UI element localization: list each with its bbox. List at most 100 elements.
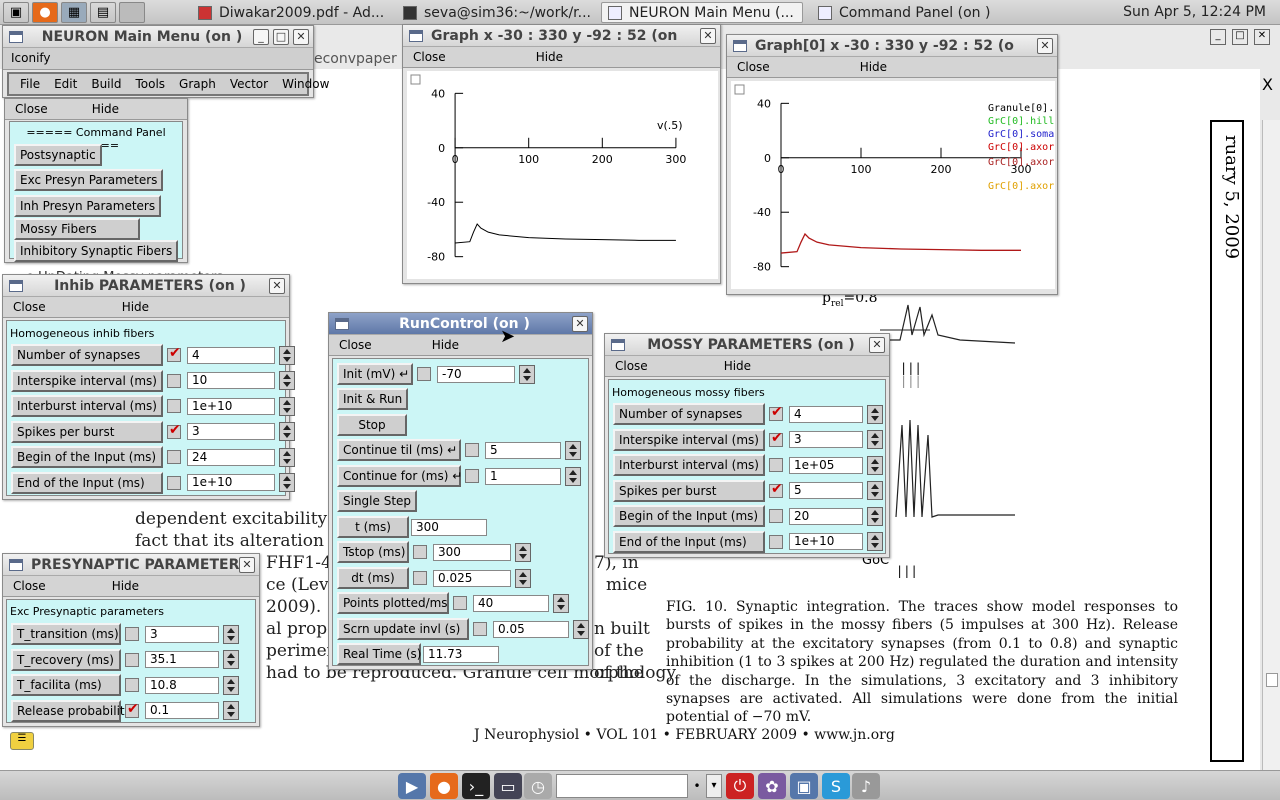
volume-icon[interactable]: ♪	[852, 773, 880, 799]
show-desktop-icon[interactable]: ▣	[3, 1, 29, 23]
presyn-param-field[interactable]: 10.8	[145, 676, 219, 694]
scrn-update-field[interactable]: 0.05	[493, 620, 569, 638]
mossy-param-button[interactable]: Spikes per burst	[613, 479, 765, 502]
mossy-param-checkbox[interactable]	[769, 534, 783, 549]
continue-til-field[interactable]: 5	[485, 441, 561, 459]
inhib-param-field[interactable]: 3	[187, 423, 275, 440]
dt-field[interactable]: 0.025	[433, 569, 511, 587]
mossy-param-button[interactable]: Interburst interval (ms)	[613, 454, 765, 476]
title-bar[interactable]: PRESYNAPTIC PARAMETER ✕	[3, 554, 259, 576]
chevron-down-icon[interactable]: ▾	[706, 774, 722, 798]
close-icon[interactable]: ✕	[572, 315, 588, 332]
inh-presyn-parameters-button[interactable]: Inh Presyn Parameters	[14, 195, 162, 217]
continue-til-button[interactable]: Continue til (ms) ↵	[337, 439, 461, 461]
tstop-checkbox[interactable]	[413, 545, 427, 559]
mossy-param-stepper[interactable]	[867, 481, 883, 500]
pdf-scrollbar[interactable]	[1262, 120, 1280, 792]
pidgin-icon[interactable]: ✿	[758, 773, 786, 799]
task-command-panel[interactable]: Command Panel (on )	[812, 2, 1012, 23]
task-neuron-main-menu[interactable]: NEURON Main Menu (...	[601, 2, 803, 23]
presyn-param-field[interactable]: 0.1	[145, 702, 219, 719]
inhib-param-field[interactable]: 1e+10	[187, 397, 275, 415]
display-icon[interactable]: ▭	[494, 773, 522, 799]
maximize-icon[interactable]: □	[273, 28, 289, 45]
init-run-button[interactable]: Init & Run	[337, 388, 409, 410]
task-pdf[interactable]: Diwakar2009.pdf - Ad...	[192, 2, 392, 23]
mossy-param-stepper[interactable]	[867, 455, 883, 475]
mossy-param-button[interactable]: Begin of the Input (ms)	[613, 505, 765, 527]
close-button[interactable]: Close	[615, 359, 648, 373]
mossy-param-field[interactable]: 1e+10	[789, 533, 863, 550]
clock-settings-icon[interactable]: ◷	[524, 773, 552, 799]
presyn-param-checkbox[interactable]	[125, 627, 139, 641]
close-icon[interactable]: ✕	[1037, 37, 1053, 54]
skype-icon[interactable]: S	[822, 773, 850, 799]
tstop-field[interactable]: 300	[433, 543, 511, 561]
mossy-param-checkbox[interactable]	[769, 458, 783, 472]
inhib-param-checkbox[interactable]	[167, 373, 181, 388]
mossy-param-button[interactable]: End of the Input (ms)	[613, 530, 765, 553]
inhib-param-checkbox[interactable]	[167, 422, 181, 439]
presyn-param-checkbox[interactable]	[125, 678, 139, 692]
presyn-param-field[interactable]: 35.1	[145, 651, 219, 668]
close-button[interactable]: Close	[737, 60, 770, 74]
close-icon[interactable]: ✕	[239, 556, 255, 573]
window-menu-icon[interactable]	[9, 30, 23, 43]
title-bar[interactable]: Graph x -30 : 330 y -92 : 52 (on ✕	[403, 25, 720, 47]
close-button[interactable]: Close	[413, 50, 446, 64]
hide-button[interactable]: Hide	[122, 300, 149, 314]
inhib-param-button[interactable]: Begin of the Input (ms)	[11, 446, 163, 468]
inhib-param-field[interactable]: 10	[187, 372, 275, 389]
minimize-icon[interactable]: _	[1210, 29, 1226, 45]
inhib-param-button[interactable]: Number of synapses	[11, 344, 163, 366]
window-menu-icon[interactable]	[9, 279, 23, 292]
menu-build[interactable]: Build	[91, 77, 121, 91]
presyn-param-field[interactable]: 3	[145, 625, 219, 643]
init-checkbox[interactable]	[417, 367, 431, 381]
menu-window[interactable]: Window	[282, 77, 329, 91]
lock-icon[interactable]: ▣	[790, 773, 818, 799]
menu-file[interactable]: File	[20, 77, 40, 91]
notification-icon[interactable]: ☰	[10, 732, 34, 750]
presyn-param-stepper[interactable]	[223, 701, 239, 720]
close-icon[interactable]: ✕	[293, 28, 309, 45]
hide-button[interactable]: Hide	[536, 50, 563, 64]
search-input[interactable]	[556, 774, 688, 798]
window-menu-icon[interactable]	[733, 39, 747, 52]
points-plotted-field[interactable]: 40	[473, 594, 549, 612]
terminal-icon[interactable]: ›_	[462, 773, 490, 799]
init-field[interactable]: -70	[437, 365, 515, 383]
hide-button[interactable]: Hide	[92, 102, 119, 116]
power-icon[interactable]: ⏻	[726, 773, 754, 799]
title-bar[interactable]: Inhib PARAMETERS (on ) ✕	[3, 275, 289, 297]
close-button[interactable]: Close	[15, 102, 48, 116]
points-plotted-stepper[interactable]	[553, 593, 569, 613]
presyn-param-stepper[interactable]	[223, 624, 239, 644]
task-terminal[interactable]: seva@sim36:~/work/r...	[397, 2, 597, 23]
media-player-icon[interactable]: ▶	[398, 773, 426, 799]
title-bar[interactable]: NEURON Main Menu (on ) _ □ ✕	[3, 26, 313, 48]
presyn-param-button[interactable]: T_facilita (ms)	[11, 674, 121, 696]
close-icon[interactable]: ✕	[869, 336, 885, 353]
hide-button[interactable]: Hide	[112, 579, 139, 593]
points-plotted-checkbox[interactable]	[453, 596, 467, 610]
init-stepper[interactable]	[519, 364, 535, 384]
title-bar[interactable]: MOSSY PARAMETERS (on ) ✕	[605, 334, 889, 356]
mossy-param-field[interactable]: 1e+05	[789, 456, 863, 474]
continue-for-button[interactable]: Continue for (ms) ↵	[337, 465, 462, 487]
close-icon[interactable]: ✕	[1254, 29, 1270, 45]
clock[interactable]: Sun Apr 5, 12:24 PM	[1123, 4, 1266, 20]
continue-til-checkbox[interactable]	[465, 443, 479, 457]
points-plotted-button[interactable]: Points plotted/ms	[337, 592, 449, 614]
hide-button[interactable]: Hide	[432, 338, 459, 352]
mossy-param-stepper[interactable]	[867, 506, 883, 526]
continue-til-stepper[interactable]	[565, 440, 581, 460]
hide-button[interactable]: Hide	[860, 60, 887, 74]
presyn-param-stepper[interactable]	[223, 650, 239, 669]
inhib-param-field[interactable]: 4	[187, 346, 275, 364]
mossy-param-button[interactable]: Interspike interval (ms)	[613, 428, 765, 451]
hide-button[interactable]: Hide	[724, 359, 751, 373]
exc-presyn-parameters-button[interactable]: Exc Presyn Parameters	[14, 169, 164, 191]
mossy-param-stepper[interactable]	[867, 532, 883, 551]
title-bar[interactable]: RunControl (on ) ✕	[329, 313, 592, 335]
